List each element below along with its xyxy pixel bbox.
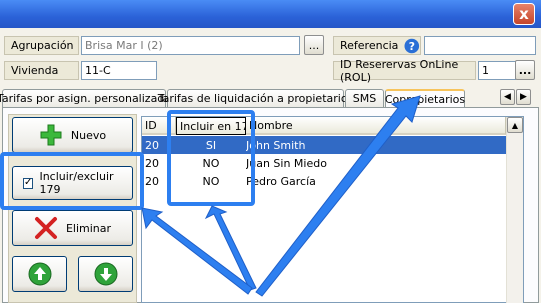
annotation-arrows [141, 95, 421, 297]
arrow-to-tab [255, 95, 421, 297]
